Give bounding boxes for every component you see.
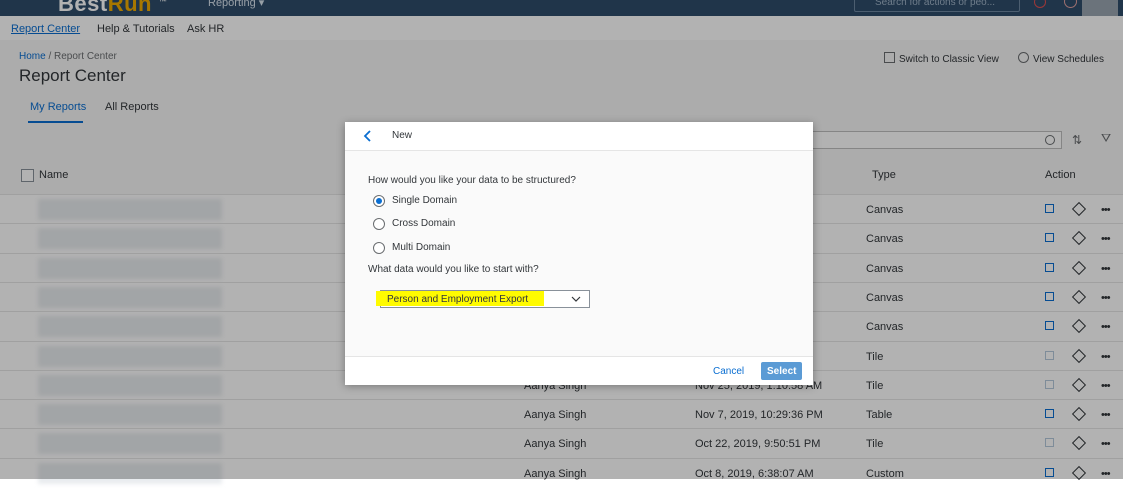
dialog-footer: Cancel Select: [345, 356, 813, 385]
chevron-left-icon: [363, 130, 371, 142]
start-data-select[interactable]: Person and Employment Export: [376, 290, 590, 308]
radio-button[interactable]: [373, 242, 385, 254]
radio-button[interactable]: [373, 218, 385, 230]
cancel-button[interactable]: Cancel: [710, 363, 747, 379]
back-button[interactable]: [361, 129, 375, 143]
dialog-header: New: [345, 122, 813, 151]
chevron-down-icon[interactable]: [571, 294, 581, 304]
start-data-question: What data would you like to start with?: [368, 264, 539, 275]
radio-label: Cross Domain: [392, 218, 456, 229]
radio-label: Multi Domain: [392, 242, 451, 253]
select-button[interactable]: Select: [761, 362, 802, 380]
structure-question: How would you like your data to be struc…: [368, 175, 576, 186]
radio-button[interactable]: [373, 195, 385, 207]
new-report-dialog: New How would you like your data to be s…: [345, 122, 813, 385]
select-value: Person and Employment Export: [387, 294, 529, 305]
radio-label: Single Domain: [392, 195, 458, 206]
dialog-title: New: [392, 130, 413, 141]
